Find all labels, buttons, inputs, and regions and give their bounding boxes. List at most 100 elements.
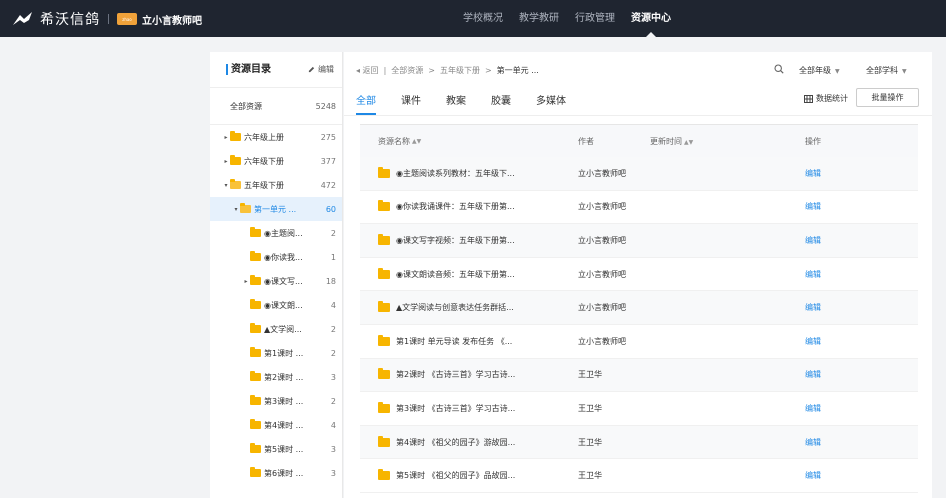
brand-divider [108,14,109,24]
tree-item[interactable]: ◉主题阅... 2 [210,221,342,245]
tree-item-main: ◉你读我... [210,251,303,263]
resource-name[interactable]: 第4课时 《祖父的园子》游故园... [396,437,515,448]
tab-capsule[interactable]: 胶囊 [491,92,511,115]
subject-dropdown[interactable]: 全部学科 ▼ [866,65,907,76]
edit-link[interactable]: 编辑 [805,168,821,179]
tree-item[interactable]: 第2课时 ... 3 [210,365,342,389]
tree-item-label: ▲文学阅... [264,324,302,334]
table-row[interactable]: 第2课时 《古诗三首》学习古诗... 王卫华 编辑 [360,358,918,393]
tree-item-label: ◉课文朗... [264,300,303,310]
table-row[interactable]: ◉你读我诵课件：五年级下册第... 立小言教师吧 编辑 [360,191,918,225]
edit-link[interactable]: 编辑 [805,470,821,481]
tab-multimedia[interactable]: 多媒体 [536,92,566,115]
back-link[interactable]: ◂ 返回 [356,65,379,76]
table-row[interactable]: ◉主题阅读系列教材：五年级下... 立小言教师吧 编辑 [360,157,918,191]
edit-link[interactable]: 编辑 [805,403,821,414]
breadcrumb-arrow: > [428,66,435,75]
resource-name-cell: ◉你读我诵课件：五年级下册第... [378,200,515,212]
tree-all-resources[interactable]: 全部资源 5248 [210,88,342,125]
resource-type-tabs: 全部 课件 教案 胶囊 多媒体 [356,92,591,115]
tab-courseware[interactable]: 课件 [401,92,421,115]
tree-item[interactable]: ▸ ◉课文写... 18 [210,269,342,293]
tree-item-label: 第一单元 ... [254,204,297,214]
nav-teaching-research[interactable]: 教学教研 [511,0,567,37]
resource-name[interactable]: ◉课文朗读音频：五年级下册第... [396,269,515,280]
caret-down-icon[interactable]: ▾ [222,182,230,189]
caret-right-icon[interactable]: ▸ [242,278,250,285]
tab-lesson-plan[interactable]: 教案 [446,92,466,115]
nav-school-overview[interactable]: 学校概况 [455,0,511,37]
sort-icon: ▲▼ [684,138,694,146]
table-row[interactable]: ◉课文朗读音频：五年级下册第... 立小言教师吧 编辑 [360,258,918,292]
tree-item[interactable]: 第1课时 ... 2 [210,341,342,365]
tree-item-main: 第1课时 ... [210,347,303,359]
tree-item[interactable]: 第5课时 ... 3 [210,437,342,461]
table-row[interactable]: ▲文学阅读与创意表达任务群括... 立小言教师吧 编辑 [360,291,918,325]
tree-item[interactable]: ▲文学阅... 2 [210,317,342,341]
breadcrumb-grade5-vol2[interactable]: 五年级下册 [440,65,480,76]
caret-right-icon[interactable]: ▸ [222,158,230,165]
header-name[interactable]: 资源名称 ▲▼ [378,136,421,147]
resource-author: 王卫华 [578,403,602,413]
breadcrumb: ◂ 返回 | 全部资源 > 五年级下册 > 第一单元 ... [356,65,544,76]
tree-header: 资源目录 编辑 [210,52,342,88]
batch-operation-button[interactable]: 批量操作 [856,88,919,107]
tree-item-label: 六年级上册 [244,132,284,142]
data-stats-button[interactable]: 数据统计 [804,93,848,104]
caret-down-icon[interactable]: ▾ [232,206,240,213]
tree-item-main: 第4课时 ... [210,419,303,431]
resource-author: 立小言教师吧 [578,235,626,245]
grade-dropdown[interactable]: 全部年级 ▼ [799,65,840,76]
resource-name[interactable]: ▲文学阅读与创意表达任务群括... [396,302,514,313]
resource-name[interactable]: 第2课时 《古诗三首》学习古诗... [396,369,515,380]
tree-item[interactable]: ◉你读我... 1 [210,245,342,269]
header-time[interactable]: 更新时间 ▲▼ [650,136,693,147]
breadcrumb-current: 第一单元 ... [496,66,539,75]
tree-item[interactable]: ▸ 六年级上册 275 [210,125,342,149]
tree-item-count: 2 [330,348,336,358]
nav-administration[interactable]: 行政管理 [567,0,623,37]
tree-item[interactable]: ▾ 五年级下册 472 [210,173,342,197]
table-row[interactable]: 第4课时 《祖父的园子》游故园... 王卫华 编辑 [360,425,918,460]
table-row[interactable]: 第3课时 《古诗三首》学习古诗... 王卫华 编辑 [360,392,918,426]
edit-link[interactable]: 编辑 [805,269,821,280]
edit-link[interactable]: 编辑 [805,235,821,246]
resource-name[interactable]: ◉课文写字视频：五年级下册第... [396,235,515,246]
resource-name-cell: 第3课时 《古诗三首》学习古诗... [378,401,515,414]
edit-link[interactable]: 编辑 [805,437,821,448]
tree-item-count: 2 [330,396,336,406]
table-row[interactable]: 第5课时 《祖父的园子》品故园... 王卫华 编辑 [360,459,918,493]
resource-name[interactable]: 第1课时 单元导读 发布任务 《... [396,336,512,347]
edit-link[interactable]: 编辑 [805,336,821,347]
search-icon[interactable] [774,64,784,77]
resource-name[interactable]: ◉主题阅读系列教材：五年级下... [396,168,515,179]
edit-link[interactable]: 编辑 [805,302,821,313]
breadcrumb-all-resources[interactable]: 全部资源 [391,65,423,76]
tree-item-main: 第2课时 ... [210,371,303,383]
resource-tree-panel: 资源目录 编辑 全部资源 5248 ▸ 六年级上册 275 ▸ 六年级下册 377 ▾ 五年级… [210,52,343,498]
tree-item[interactable]: 第6课时 ... 3 [210,461,342,485]
resource-name[interactable]: ◉你读我诵课件：五年级下册第... [396,201,515,212]
tree-all-count: 5248 [315,101,336,111]
tree-item[interactable]: 第3课时 ... 2 [210,389,342,413]
table-row[interactable]: ◉课文写字视频：五年级下册第... 立小言教师吧 编辑 [360,224,918,258]
brand[interactable]: 希沃信鸽 zhao 立小言教师吧 [12,9,202,29]
tree-item[interactable]: 第4课时 ... 4 [210,413,342,437]
tree-item-count: 3 [330,444,336,454]
tab-all[interactable]: 全部 [356,92,376,115]
tree-item[interactable]: ▸ 六年级下册 377 [210,149,342,173]
tree-edit-button[interactable]: 编辑 [308,64,334,75]
tree-item[interactable]: ◉课文朗... 4 [210,293,342,317]
edit-link[interactable]: 编辑 [805,201,821,212]
caret-right-icon[interactable]: ▸ [222,134,230,141]
table-row[interactable]: 第1课时 单元导读 发布任务 《... 立小言教师吧 编辑 [360,325,918,359]
edit-link[interactable]: 编辑 [805,369,821,380]
folder-icon [378,166,390,178]
tree-item-label: 第3课时 ... [264,396,304,406]
resource-name-cell: ◉课文写字视频：五年级下册第... [378,233,515,246]
tree-item[interactable]: ▾ 第一单元 ... 60 [210,197,342,221]
resource-name[interactable]: 第5课时 《祖父的园子》品故园... [396,470,515,481]
resource-name[interactable]: 第3课时 《古诗三首》学习古诗... [396,403,515,414]
resource-author: 立小言教师吧 [578,269,626,279]
nav-resource-center[interactable]: 资源中心 [623,0,679,37]
